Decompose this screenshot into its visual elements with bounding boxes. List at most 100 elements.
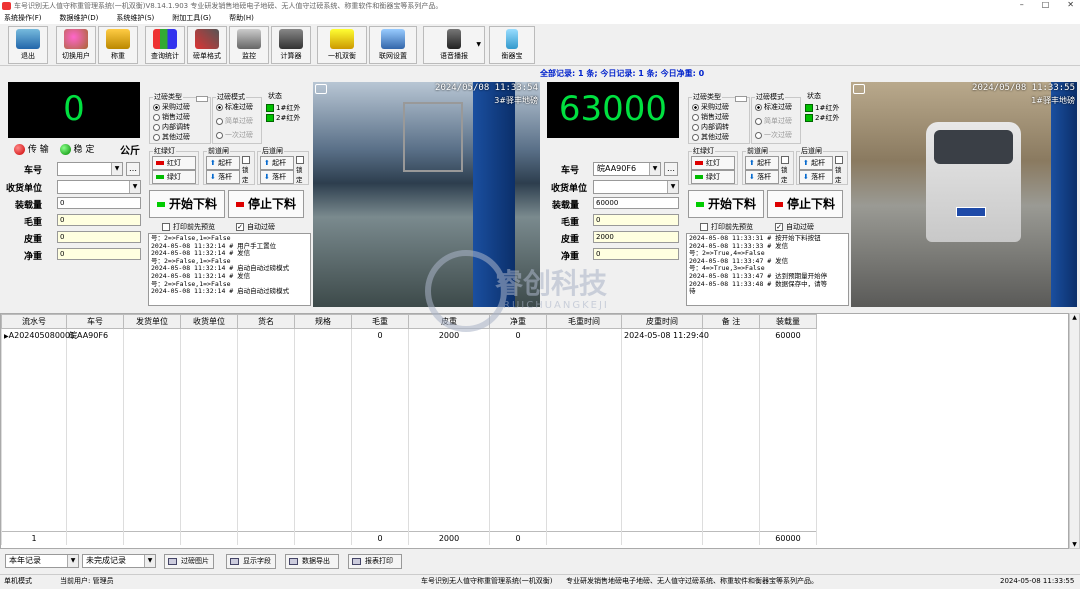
- left-plate-select[interactable]: ▼: [57, 162, 123, 176]
- table-row[interactable]: ▶A202405080001 皖AA90F6 0 2000 0 2024-05-…: [1, 328, 817, 342]
- left-load-input[interactable]: 0: [57, 197, 141, 209]
- snapshot-icon[interactable]: [853, 84, 865, 94]
- left-net-input[interactable]: 0: [57, 248, 141, 260]
- period-filter-select[interactable]: 本年记录 ▼: [5, 554, 79, 568]
- left-type-purchase-radio[interactable]: 采购过磅: [153, 102, 190, 112]
- col-header-goods[interactable]: 货名: [237, 314, 295, 329]
- right-gross-input[interactable]: 0: [593, 214, 679, 226]
- left-front-gate-down-button[interactable]: ⬇ 落杆: [206, 170, 240, 184]
- menu-help[interactable]: 帮助(H): [225, 12, 268, 24]
- left-green-light-button[interactable]: 绿灯: [152, 170, 196, 184]
- right-type-sales-radio[interactable]: 销售过磅: [692, 112, 729, 122]
- right-green-light-button[interactable]: 绿灯: [691, 170, 735, 184]
- right-front-gate-up-button[interactable]: ⬆ 起杆: [745, 156, 779, 170]
- right-front-gate-lock-check[interactable]: 锁定: [781, 156, 793, 184]
- col-header-load[interactable]: 装载量: [759, 314, 817, 329]
- left-gross-input[interactable]: 0: [57, 214, 141, 226]
- scroll-down-icon[interactable]: ▼: [1070, 541, 1079, 548]
- cell-goods[interactable]: [237, 328, 295, 342]
- switch-user-button[interactable]: 切换用户: [56, 26, 96, 64]
- right-rear-gate-down-button[interactable]: ⬇ 落杆: [799, 170, 833, 184]
- minimize-icon[interactable]: –: [1020, 0, 1024, 12]
- close-icon[interactable]: ✕: [1067, 0, 1074, 12]
- right-auto-weigh-check[interactable]: ✓ 自动过磅: [775, 222, 814, 232]
- left-type-internal-radio[interactable]: 内部调转: [153, 122, 190, 132]
- exit-button[interactable]: 退出: [8, 26, 48, 64]
- left-tare-input[interactable]: 0: [57, 231, 141, 243]
- right-type-other-radio[interactable]: 其他过磅: [692, 132, 729, 142]
- cell-receiver[interactable]: [180, 328, 238, 342]
- col-header-remark[interactable]: 备 注: [702, 314, 760, 329]
- network-settings-button[interactable]: 联网设置: [369, 26, 417, 64]
- left-rear-gate-up-button[interactable]: ⬆ 起杆: [260, 156, 294, 170]
- calculator-button[interactable]: 计算器: [271, 26, 311, 64]
- left-plate-more-button[interactable]: …: [126, 162, 140, 176]
- maximize-icon[interactable]: □: [1042, 0, 1050, 12]
- left-rear-gate-lock-check[interactable]: 锁定: [296, 156, 308, 184]
- right-stop-feed-button[interactable]: 停止下料: [767, 190, 843, 218]
- right-mode-once-radio[interactable]: 一次过磅: [755, 130, 792, 140]
- col-header-tare-time[interactable]: 皮重时间: [621, 314, 703, 329]
- col-header-serial[interactable]: 流水号: [1, 314, 67, 329]
- right-tare-input[interactable]: 2000: [593, 231, 679, 243]
- menu-tools[interactable]: 附加工具(G): [168, 12, 225, 24]
- right-mode-standard-radio[interactable]: 标准过磅: [755, 102, 792, 112]
- right-receiver-select[interactable]: ▼: [593, 180, 679, 194]
- col-header-receiver[interactable]: 收货单位: [180, 314, 238, 329]
- left-type-other-radio[interactable]: 其他过磅: [153, 132, 190, 142]
- table-scrollbar[interactable]: ▲ ▼: [1069, 313, 1080, 549]
- cell-serial[interactable]: ▶A202405080001: [1, 328, 75, 342]
- left-mode-simple-radio[interactable]: 简单过磅: [216, 116, 253, 126]
- query-button[interactable]: 查询统计: [145, 26, 185, 64]
- col-header-spec[interactable]: 规格: [294, 314, 352, 329]
- right-mode-simple-radio[interactable]: 简单过磅: [755, 116, 792, 126]
- left-print-preview-check[interactable]: 打印前先预览: [162, 222, 215, 232]
- col-header-net[interactable]: 净重: [489, 314, 547, 329]
- menu-maintenance[interactable]: 系统维护(S): [112, 12, 168, 24]
- left-type-sales-radio[interactable]: 销售过磅: [153, 112, 190, 122]
- right-start-feed-button[interactable]: 开始下料: [688, 190, 764, 218]
- cell-tare-time[interactable]: 2024-05-08 11:29:40: [621, 328, 709, 342]
- left-receiver-select[interactable]: ▼: [57, 180, 141, 194]
- dual-scale-button[interactable]: 一机双衡: [317, 26, 367, 64]
- left-mode-standard-radio[interactable]: 标准过磅: [216, 102, 253, 112]
- cell-gross-time[interactable]: [546, 328, 622, 342]
- right-rear-gate-lock-check[interactable]: 锁定: [835, 156, 847, 184]
- hengqibao-button[interactable]: 衡器宝: [489, 26, 535, 64]
- right-load-input[interactable]: 60000: [593, 197, 679, 209]
- cell-spec[interactable]: [294, 328, 352, 342]
- left-red-light-button[interactable]: 红灯: [152, 156, 196, 170]
- cell-load[interactable]: 60000: [759, 328, 817, 342]
- right-print-preview-check[interactable]: 打印前先预览: [700, 222, 753, 232]
- print-report-button[interactable]: 报表打印: [348, 554, 402, 569]
- weigh-photos-button[interactable]: 过磅图片: [164, 554, 214, 569]
- left-stop-feed-button[interactable]: 停止下料: [228, 190, 304, 218]
- scroll-up-icon[interactable]: ▲: [1070, 314, 1079, 321]
- weigh-button[interactable]: 称重: [98, 26, 138, 64]
- cell-tare[interactable]: 2000: [408, 328, 490, 342]
- cell-plate[interactable]: 皖AA90F6: [66, 328, 124, 342]
- monitor-button[interactable]: 监控: [229, 26, 269, 64]
- ticket-format-button[interactable]: 磅单格式: [187, 26, 227, 64]
- cell-remark[interactable]: [702, 328, 760, 342]
- menu-data[interactable]: 数据维护(D): [56, 12, 113, 24]
- col-header-plate[interactable]: 车号: [66, 314, 124, 329]
- col-header-shipper[interactable]: 发货单位: [123, 314, 181, 329]
- right-rear-gate-up-button[interactable]: ⬆ 起杆: [799, 156, 833, 170]
- col-header-gross-time[interactable]: 毛重时间: [546, 314, 622, 329]
- left-mode-once-radio[interactable]: 一次过磅: [216, 130, 253, 140]
- export-data-button[interactable]: 数据导出: [285, 554, 339, 569]
- col-header-tare[interactable]: 皮重: [408, 314, 490, 329]
- left-start-feed-button[interactable]: 开始下料: [149, 190, 225, 218]
- right-front-gate-down-button[interactable]: ⬇ 落杆: [745, 170, 779, 184]
- right-plate-more-button[interactable]: …: [664, 162, 678, 176]
- cell-gross[interactable]: 0: [351, 328, 409, 342]
- left-front-gate-up-button[interactable]: ⬆ 起杆: [206, 156, 240, 170]
- menu-system[interactable]: 系统操作(F): [0, 12, 56, 24]
- right-net-input[interactable]: 0: [593, 248, 679, 260]
- right-plate-select[interactable]: 皖AA90F6 ▼: [593, 162, 661, 176]
- left-rear-gate-down-button[interactable]: ⬇ 落杆: [260, 170, 294, 184]
- status-filter-select[interactable]: 未完成记录 ▼: [82, 554, 156, 568]
- voice-broadcast-button[interactable]: 语音播报 ▼: [423, 26, 485, 64]
- cell-net[interactable]: 0: [489, 328, 547, 342]
